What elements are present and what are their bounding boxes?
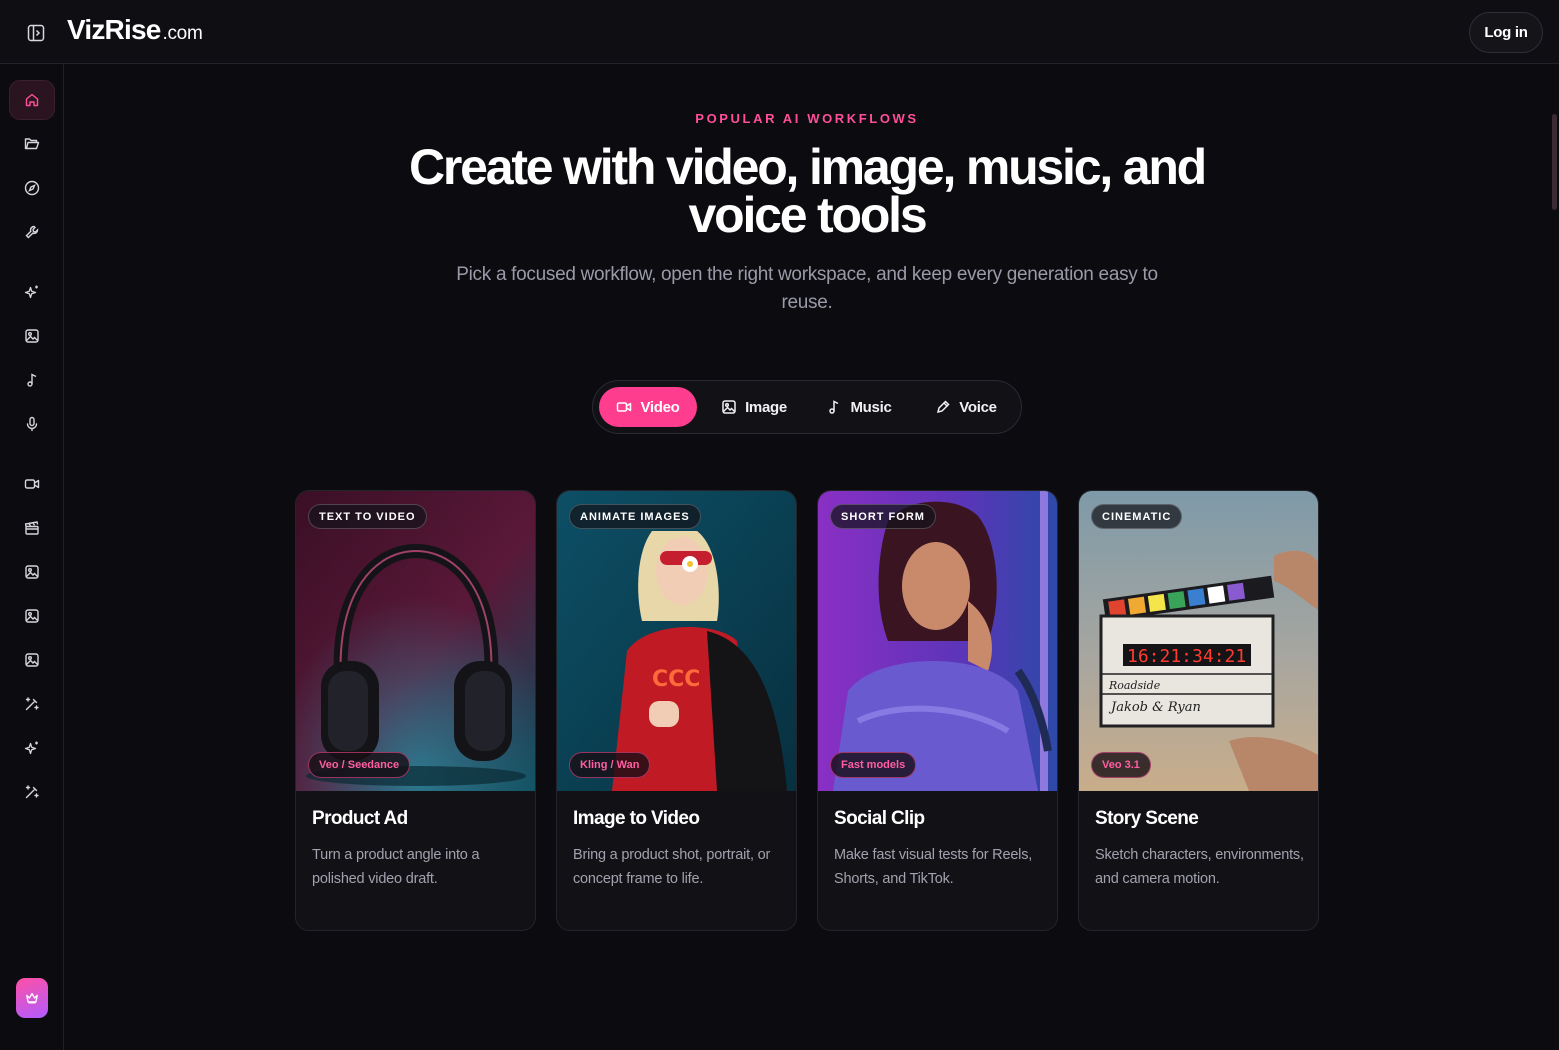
model-badge: Veo 3.1 [1091, 752, 1151, 778]
upgrade-button[interactable] [16, 978, 48, 1018]
card-title: Social Clip [834, 808, 925, 829]
sidebar-item-image-2[interactable] [9, 552, 55, 592]
workflow-card-story-scene[interactable]: 16:21:34:21 Roadside Jakob & Ryan CINEMA… [1078, 490, 1319, 931]
compass-icon [24, 180, 40, 196]
top-bar: VizRise .com Log in [0, 0, 1559, 64]
image-icon [25, 565, 39, 579]
brand-name: VizRise [67, 14, 161, 45]
image-icon [722, 400, 736, 414]
tab-label: Voice [959, 398, 997, 416]
sidebar-item-voice[interactable] [9, 404, 55, 444]
model-badge: Veo / Seedance [308, 752, 411, 778]
card-description: Sketch characters, environments, and cam… [1095, 847, 1304, 887]
image-icon [25, 653, 39, 667]
tab-image[interactable]: Image [709, 387, 799, 427]
microphone-icon [937, 400, 950, 414]
tab-voice[interactable]: Voice [921, 387, 1011, 427]
tab-label: Video [640, 398, 680, 416]
page-title: Create with video, image, music, and voi… [408, 139, 1207, 243]
login-button[interactable]: Log in [1469, 12, 1543, 53]
magic-wand-icon [25, 697, 39, 711]
card-tag: TEXT TO VIDEO [308, 504, 427, 529]
sidebar-item-folder[interactable] [9, 124, 55, 164]
music-note-icon [27, 373, 37, 387]
card-title: Image to Video [573, 808, 700, 829]
workflow-card-image-to-video[interactable]: CCC ANIMATE IMAGES Kling / Wan Image to … [556, 490, 797, 931]
sparkles-icon [24, 285, 38, 299]
sidebar-item-image-3[interactable] [9, 596, 55, 636]
sidebar-item-image-4[interactable] [9, 640, 55, 680]
page-subtitle: Pick a focused workflow, open the right … [456, 264, 1158, 313]
tab-video[interactable]: Video [599, 387, 697, 427]
workflow-tabs: Video Image Music Voice [592, 380, 1022, 434]
sidebar-item-home[interactable] [9, 80, 55, 120]
brand-logo[interactable]: VizRise .com [67, 14, 203, 46]
wrench-icon [25, 225, 39, 239]
magic-wand-icon [25, 785, 39, 799]
sidebar-item-magic-edit[interactable] [9, 684, 55, 724]
svg-text:Roadside: Roadside [1108, 679, 1161, 692]
sidebar-item-video[interactable] [9, 464, 55, 504]
card-tag: SHORT FORM [830, 504, 936, 529]
card-tag: CINEMATIC [1091, 504, 1183, 529]
image-icon [25, 609, 39, 623]
sidebar-item-explore[interactable] [9, 168, 55, 208]
card-title: Product Ad [312, 808, 408, 829]
card-image-social-portrait [818, 491, 1057, 791]
workflow-card-product-ad[interactable]: TEXT TO VIDEO Veo / Seedance Product Ad … [295, 490, 536, 931]
model-badge: Fast models [830, 752, 917, 778]
card-image-headphones [296, 491, 535, 791]
sidebar [0, 64, 64, 1050]
sidebar-item-enhance[interactable] [9, 728, 55, 768]
tab-music[interactable]: Music [815, 387, 903, 427]
card-tag: ANIMATE IMAGES [569, 504, 701, 529]
tab-label: Music [850, 398, 892, 416]
sidebar-toggle-icon[interactable] [22, 19, 50, 47]
clapperboard-icon [24, 521, 39, 535]
sidebar-item-ai-generate[interactable] [9, 272, 55, 312]
svg-text:16:21:34:21: 16:21:34:21 [1127, 646, 1246, 667]
card-description: Bring a product shot, portrait, or conce… [573, 847, 771, 887]
microphone-icon [26, 416, 38, 432]
sparkles-icon [24, 741, 38, 755]
card-image-portrait: CCC [557, 491, 796, 791]
folder-icon [24, 138, 40, 150]
video-camera-icon [617, 402, 632, 412]
brand-suffix: .com [162, 23, 203, 44]
workflow-card-social-clip[interactable]: SHORT FORM Fast models Social Clip Make … [817, 490, 1058, 931]
scrollbar-thumb[interactable] [1552, 114, 1557, 210]
svg-text:CCC: CCC [652, 667, 700, 692]
card-title: Story Scene [1095, 808, 1199, 829]
section-eyebrow: POPULAR AI WORKFLOWS [695, 111, 919, 126]
sidebar-item-clips[interactable] [9, 508, 55, 548]
crown-icon [26, 992, 38, 1004]
svg-text:Jakob & Ryan: Jakob & Ryan [1108, 700, 1201, 715]
model-badge: Kling / Wan [569, 752, 651, 778]
sidebar-item-magic-tools[interactable] [9, 772, 55, 812]
music-note-icon [829, 400, 839, 414]
tab-label: Image [745, 398, 787, 416]
sidebar-item-image[interactable] [9, 316, 55, 356]
card-description: Turn a product angle into a polished vid… [312, 847, 480, 887]
image-icon [25, 329, 39, 343]
video-camera-icon [24, 479, 40, 489]
home-icon [25, 93, 39, 107]
card-image-clapperboard: 16:21:34:21 Roadside Jakob & Ryan [1079, 491, 1318, 791]
sidebar-item-tools[interactable] [9, 212, 55, 252]
card-description: Make fast visual tests for Reels, Shorts… [834, 847, 1033, 887]
sidebar-item-music[interactable] [9, 360, 55, 400]
